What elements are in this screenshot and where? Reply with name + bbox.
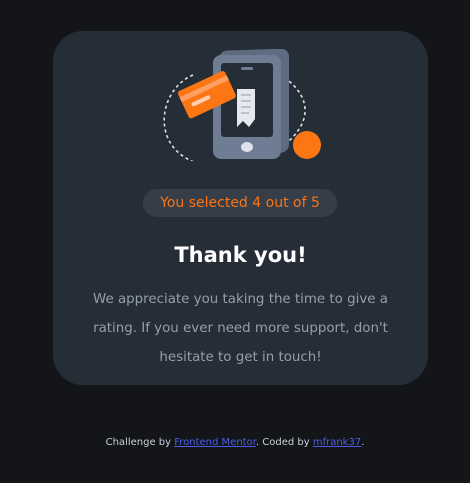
thank-you-card: You selected 4 out of 5 Thank you! We ap…: [53, 31, 428, 385]
footer-suffix: .: [361, 437, 365, 448]
author-link[interactable]: mfrank37: [313, 437, 361, 448]
footer-middle: . Coded by: [255, 437, 313, 448]
thank-you-title: Thank you!: [174, 243, 307, 267]
thank-you-message: We appreciate you taking the time to giv…: [93, 292, 388, 365]
footer-prefix: Challenge by: [105, 437, 175, 448]
attribution-footer: Challenge by Frontend Mentor. Coded by m…: [0, 436, 470, 450]
selection-badge: You selected 4 out of 5: [143, 189, 337, 217]
frontend-mentor-link[interactable]: Frontend Mentor: [174, 437, 256, 448]
payment-receipt-phone-illustration-icon: [163, 49, 321, 161]
selection-text: You selected 4 out of 5: [160, 195, 320, 211]
